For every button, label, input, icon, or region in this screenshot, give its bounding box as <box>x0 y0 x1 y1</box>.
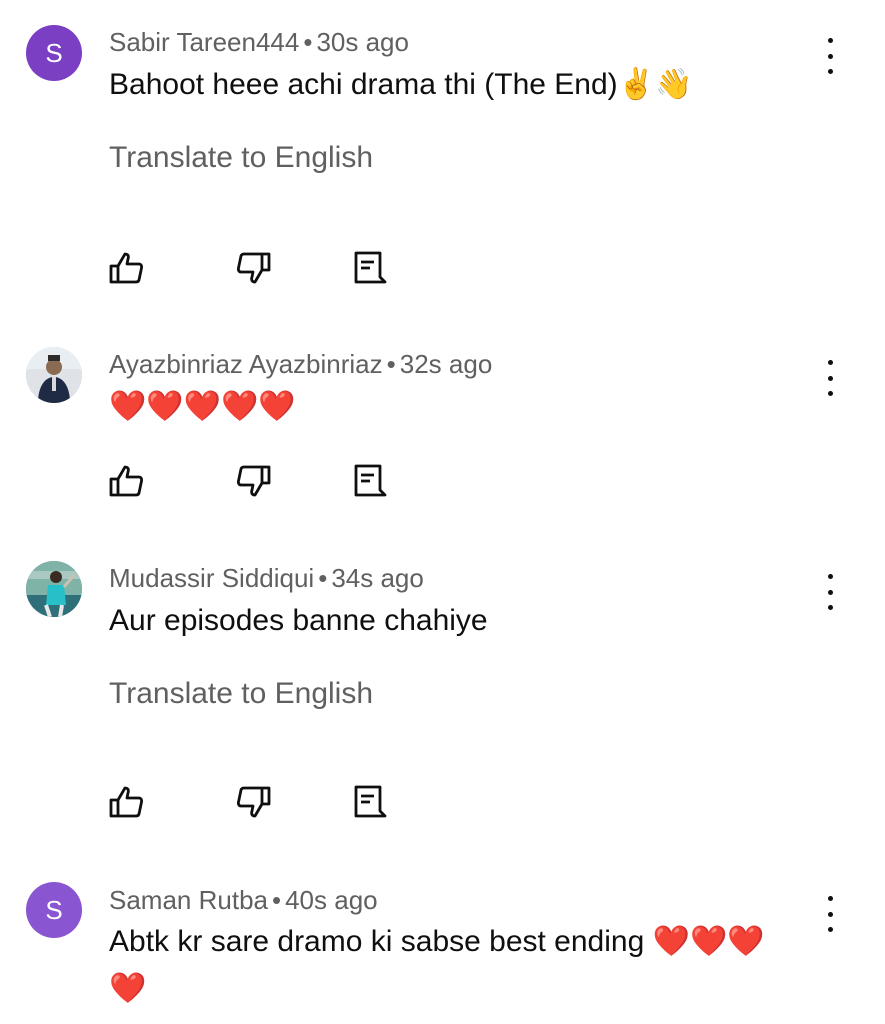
profile-photo-icon <box>26 561 82 617</box>
comment-meta: Sabir Tareen444 • 30s ago <box>109 27 409 57</box>
comment-item: Ayazbinriaz Ayazbinriaz • 32s ago ❤️❤️❤️❤️… <box>0 320 885 535</box>
dislike-button[interactable] <box>234 782 274 822</box>
avatar[interactable] <box>26 347 82 403</box>
meta-separator: • <box>318 563 328 593</box>
avatar-letter: S <box>45 37 63 68</box>
comment-time[interactable]: 34s ago <box>331 563 424 593</box>
comment-text: ❤️❤️❤️❤️❤️ <box>109 390 296 423</box>
meta-separator: • <box>303 27 313 57</box>
thumbs-down-icon <box>236 252 271 284</box>
comment-item: Mudassir Siddiqui • 34s ago Aur episodes b… <box>0 535 885 855</box>
comment-meta: Ayazbinriaz Ayazbinriaz • 32s ago <box>109 349 492 379</box>
comment-text: Bahoot heee achi drama thi (The End)✌️👋 <box>109 68 693 101</box>
like-button[interactable] <box>106 782 146 822</box>
avatar[interactable] <box>26 561 82 617</box>
avatar[interactable]: S <box>26 25 82 81</box>
comment-item: S Sabir Tareen444 • 30s ago Bahoot heee ac… <box>0 0 885 320</box>
meta-separator: • <box>386 349 396 379</box>
more-vertical-icon <box>827 574 833 579</box>
avatar[interactable]: S <box>26 882 82 938</box>
comment-time[interactable]: 30s ago <box>316 27 409 57</box>
more-options-button[interactable] <box>818 360 842 396</box>
comment-item: S Saman Rutba • 40s ago Abtk kr sare dramo… <box>0 855 885 1024</box>
comment-text-line: Abtk kr sare dramo ki sabse best ending … <box>109 925 765 958</box>
reply-comment-icon <box>354 785 387 818</box>
thumbs-down-icon <box>236 786 271 818</box>
like-button[interactable] <box>106 248 146 288</box>
more-vertical-icon <box>827 360 833 365</box>
profile-photo-icon <box>26 347 82 403</box>
comment-author[interactable]: Mudassir Siddiqui <box>109 563 314 593</box>
more-vertical-icon <box>827 38 833 43</box>
reply-comment-icon <box>354 464 387 497</box>
reply-comment-icon <box>354 251 387 284</box>
reply-button[interactable] <box>350 782 390 822</box>
dislike-button[interactable] <box>234 461 274 501</box>
more-options-button[interactable] <box>818 896 842 932</box>
reply-button[interactable] <box>350 461 390 501</box>
translate-link[interactable]: Translate to English <box>109 140 373 176</box>
like-button[interactable] <box>106 461 146 501</box>
comment-author[interactable]: Saman Rutba <box>109 885 268 915</box>
dislike-button[interactable] <box>234 248 274 288</box>
meta-separator: • <box>271 885 282 915</box>
comment-author[interactable]: Ayazbinriaz Ayazbinriaz <box>109 349 383 379</box>
comment-time[interactable]: 40s ago <box>285 885 378 915</box>
comment-meta: Mudassir Siddiqui • 34s ago <box>109 563 424 593</box>
more-options-button[interactable] <box>818 38 842 74</box>
more-vertical-icon <box>827 896 833 901</box>
comment-time[interactable]: 32s ago <box>400 349 493 379</box>
comment-meta: Saman Rutba • 40s ago <box>109 885 378 915</box>
comment-text-line: ❤️ <box>109 972 147 1005</box>
more-options-button[interactable] <box>818 574 842 610</box>
reply-button[interactable] <box>350 248 390 288</box>
comment-author[interactable]: Sabir Tareen444 <box>109 27 299 57</box>
avatar-letter: S <box>45 894 63 925</box>
thumbs-up-icon <box>109 786 144 818</box>
comment-text: Aur episodes banne chahiye <box>109 604 488 637</box>
thumbs-down-icon <box>236 465 271 497</box>
thumbs-up-icon <box>109 465 144 497</box>
thumbs-up-icon <box>109 252 144 284</box>
translate-link[interactable]: Translate to English <box>109 676 373 712</box>
